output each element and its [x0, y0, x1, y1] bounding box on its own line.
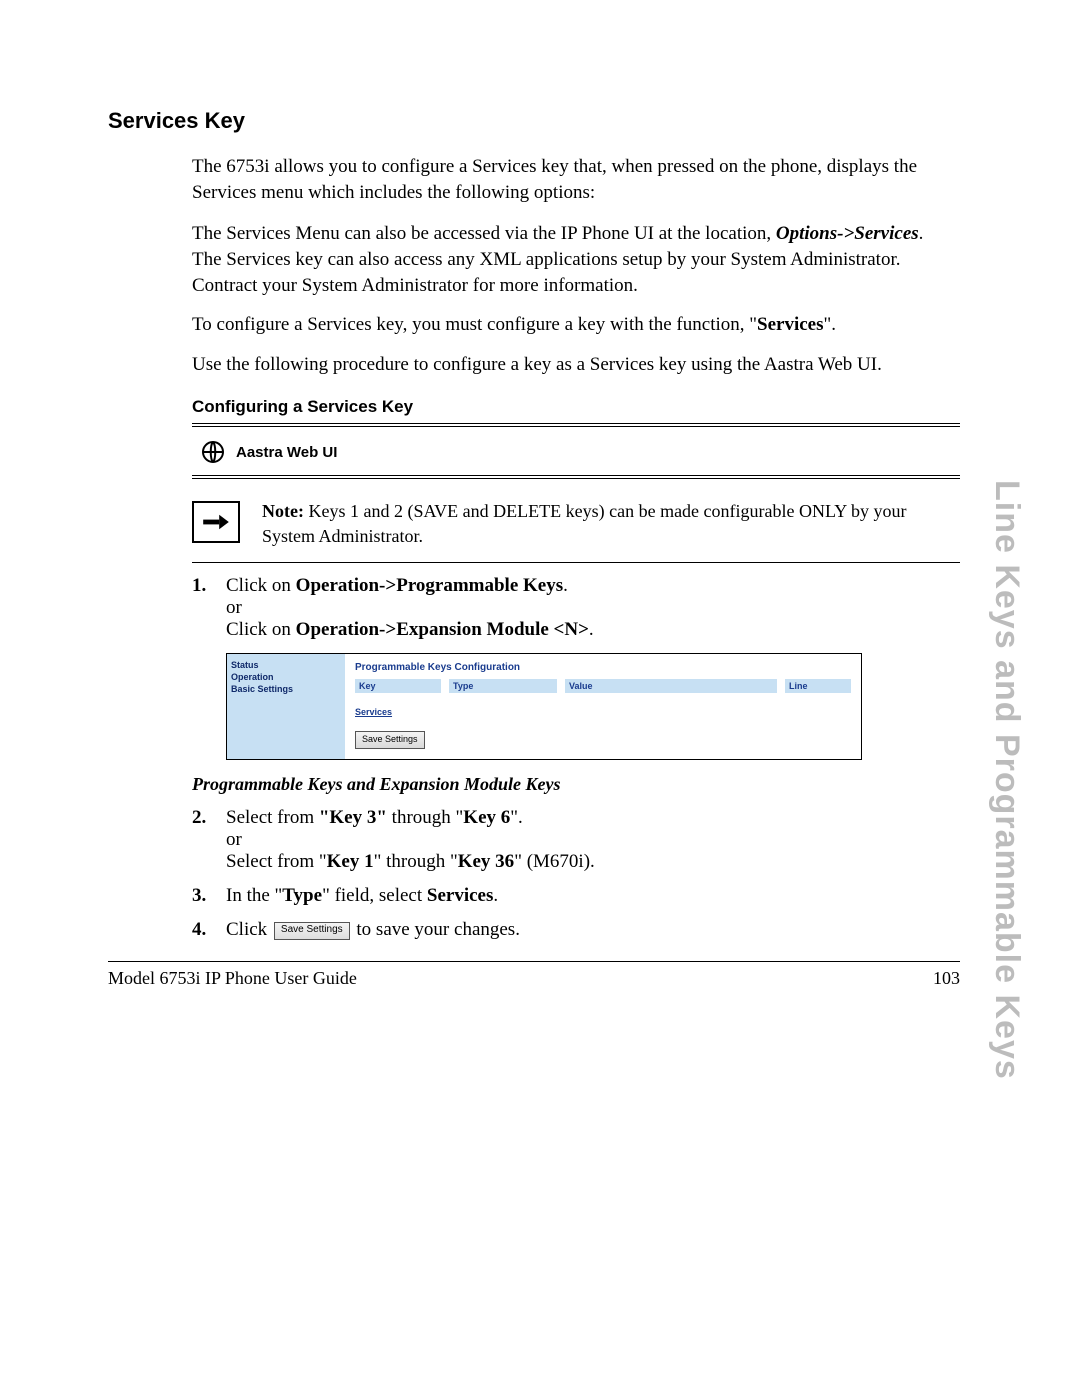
- footer-doc-title: Model 6753i IP Phone User Guide: [108, 968, 357, 989]
- divider: [192, 475, 960, 476]
- ss-col-header-type: Type: [449, 679, 557, 693]
- options-services-path: Options->Services: [776, 223, 919, 244]
- save-settings-inline-button[interactable]: Save Settings: [274, 922, 350, 940]
- programmable-keys-screenshot: Status Operation Basic Settings Programm…: [226, 653, 862, 760]
- configure-paragraph: To configure a Services key, you must co…: [192, 312, 950, 338]
- step-2: Select from "Key 3" through "Key 6". or …: [192, 807, 960, 873]
- ss-title: Programmable Keys Configuration: [355, 662, 851, 673]
- type-word: Type: [282, 885, 322, 906]
- ss-services-label: Services: [355, 707, 851, 717]
- text-fragment: In the ": [226, 885, 282, 906]
- expansion-caption: Programmable Keys and Expansion Module K…: [192, 774, 960, 795]
- text-fragment: To configure a Services key, you must co…: [192, 314, 757, 335]
- ss-cat-basic: Basic Settings: [231, 684, 341, 694]
- text-fragment: Select from ": [226, 851, 327, 872]
- procedure-paragraph: Use the following procedure to configure…: [192, 352, 950, 378]
- or-word: or: [226, 597, 960, 619]
- services-word: Services: [427, 885, 493, 906]
- text-fragment: Click: [226, 919, 272, 940]
- text-fragment: " through ": [374, 851, 458, 872]
- text-fragment: Select from: [226, 807, 319, 828]
- text-fragment: The Services Menu can also be accessed v…: [192, 223, 776, 244]
- text-fragment: .: [563, 575, 568, 596]
- text-fragment: ".: [510, 807, 523, 828]
- ss-cat-status: Status: [231, 660, 341, 670]
- ss-col-header-line: Line: [785, 679, 851, 693]
- text-fragment: to save your changes.: [352, 919, 520, 940]
- text-fragment: .: [493, 885, 498, 906]
- text-fragment: ".: [824, 314, 837, 335]
- note-text: Note: Keys 1 and 2 (SAVE and DELETE keys…: [262, 499, 960, 548]
- or-word: or: [226, 829, 960, 851]
- ss-cat-operation: Operation: [231, 672, 341, 682]
- footer-page-number: 103: [933, 968, 960, 989]
- key-range: Key 1: [327, 851, 374, 872]
- ss-save-settings-button[interactable]: Save Settings: [355, 731, 425, 749]
- side-tab-title: Line Keys and Programmable Keys: [987, 480, 1026, 1080]
- ss-col-header-value: Value: [565, 679, 777, 693]
- section-title: Services Key: [108, 108, 960, 134]
- key-range: Key 6: [463, 807, 510, 828]
- note-body: Keys 1 and 2 (SAVE and DELETE keys) can …: [262, 501, 907, 545]
- ss-main: Programmable Keys Configuration Key Type…: [345, 654, 861, 759]
- text-fragment: .: [589, 619, 594, 640]
- divider: [192, 426, 960, 427]
- intro-paragraph: The 6753i allows you to configure a Serv…: [192, 154, 950, 205]
- step-3: In the "Type" field, select Services.: [192, 885, 960, 907]
- step-4: Click Save Settings to save your changes…: [192, 919, 960, 941]
- note-label: Note:: [262, 501, 304, 521]
- divider: [192, 562, 960, 563]
- text-fragment: " (M670i).: [514, 851, 595, 872]
- nav-path: Operation->Programmable Keys: [296, 575, 563, 596]
- ss-header-row: Key Type Value Line: [355, 679, 851, 693]
- key-range: "Key 3": [319, 807, 387, 828]
- text-fragment: Click on: [226, 575, 296, 596]
- nav-path: Operation->Expansion Module <N>: [296, 619, 589, 640]
- web-ui-bar: Aastra Web UI: [192, 429, 960, 475]
- text-fragment: " field, select: [322, 885, 427, 906]
- note-block: Note: Keys 1 and 2 (SAVE and DELETE keys…: [192, 481, 960, 562]
- web-ui-label: Aastra Web UI: [236, 444, 337, 461]
- footer-divider: [108, 961, 960, 962]
- globe-icon: [200, 439, 226, 465]
- divider: [192, 478, 960, 479]
- note-arrow-icon: [192, 501, 240, 543]
- config-subhead: Configuring a Services Key: [192, 397, 960, 417]
- step-1: Click on Operation->Programmable Keys. o…: [192, 575, 960, 641]
- services-menu-paragraph: The Services Menu can also be accessed v…: [192, 221, 950, 298]
- divider: [192, 423, 960, 424]
- ss-sidebar: Status Operation Basic Settings: [227, 654, 345, 759]
- ss-col-header-key: Key: [355, 679, 441, 693]
- services-word: Services: [757, 314, 823, 335]
- text-fragment: through ": [387, 807, 463, 828]
- text-fragment: Click on: [226, 619, 296, 640]
- key-range: Key 36: [458, 851, 514, 872]
